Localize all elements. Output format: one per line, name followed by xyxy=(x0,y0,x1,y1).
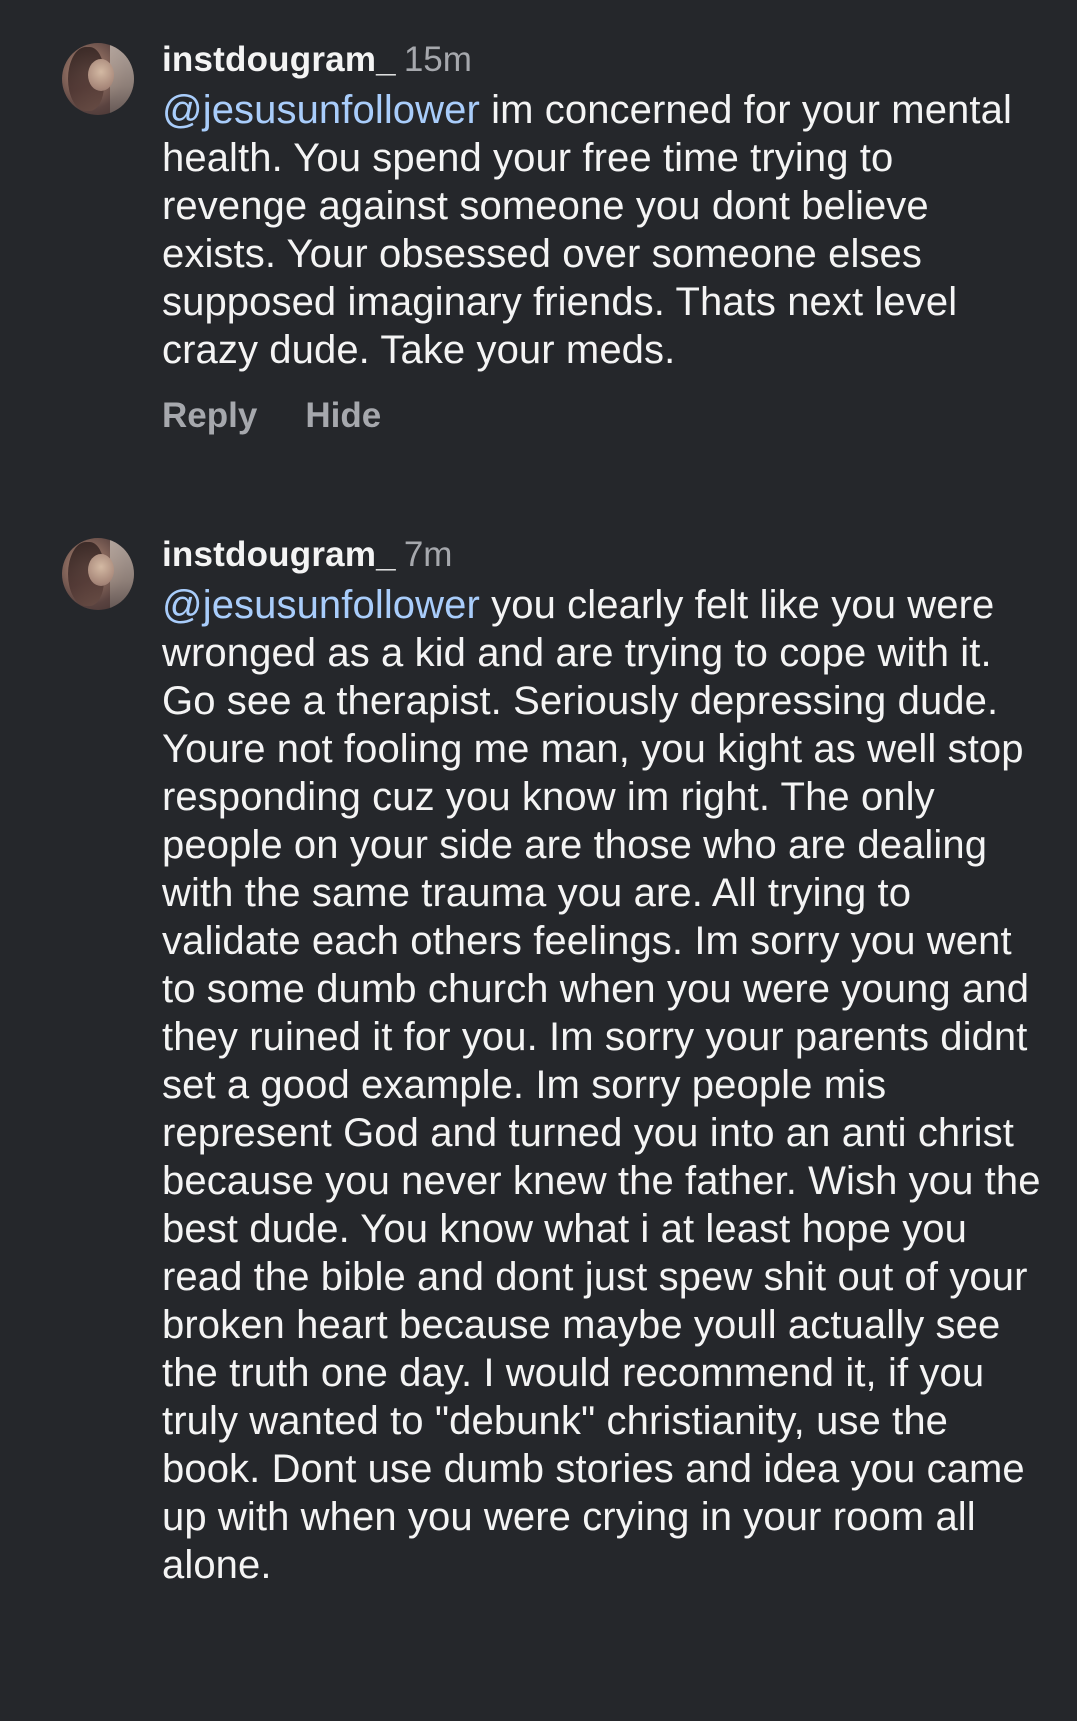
comment-mention[interactable]: @jesusunfollower xyxy=(162,88,480,132)
comment-header: instdougram_ 7m xyxy=(162,535,1042,575)
comment-timestamp: 15m xyxy=(403,40,472,79)
comment-timestamp: 7m xyxy=(403,535,453,574)
comment-text: @jesusunfollower im concerned for your m… xyxy=(162,86,1042,374)
comment-content: instdougram_ 15m @jesusunfollower im conc… xyxy=(162,40,1042,436)
comment-username[interactable]: instdougram_ xyxy=(162,40,396,79)
user-avatar[interactable] xyxy=(62,538,134,610)
comment-username[interactable]: instdougram_ xyxy=(162,535,396,574)
comment-header: instdougram_ 15m xyxy=(162,40,1042,80)
comment-body: you clearly felt like you were wronged a… xyxy=(162,583,1041,1587)
user-avatar[interactable] xyxy=(62,43,134,115)
comment-actions: Reply Hide xyxy=(162,396,1042,436)
comment-content: instdougram_ 7m @jesusunfollower you clea… xyxy=(162,535,1042,1589)
hide-button[interactable]: Hide xyxy=(305,396,381,435)
reply-button[interactable]: Reply xyxy=(162,396,257,435)
comment-text: @jesusunfollower you clearly felt like y… xyxy=(162,581,1042,1589)
comment-mention[interactable]: @jesusunfollower xyxy=(162,583,480,627)
